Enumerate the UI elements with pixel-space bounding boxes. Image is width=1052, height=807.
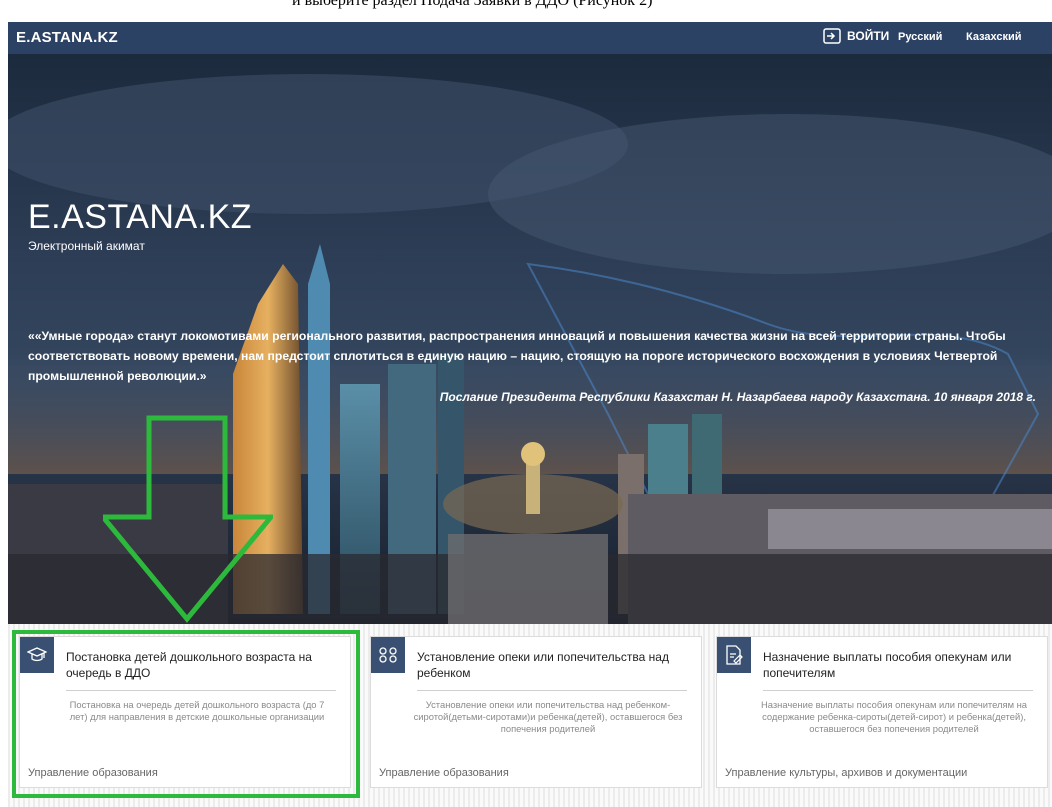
services-area: Постановка детей дошкольного возраста на…	[8, 624, 1052, 807]
document-caption: и выберите раздел Подача Заявки в ДДО (Р…	[0, 0, 1052, 22]
president-quote: ««Умные города» станут локомотивами реги…	[28, 329, 1006, 383]
graduation-cap-icon	[20, 637, 54, 673]
login-button[interactable]: ВОЙТИ	[823, 28, 889, 44]
login-icon	[823, 28, 841, 44]
card-description: Установление опеки или попечительства на…	[413, 699, 683, 734]
card-department: Управление образования	[379, 767, 509, 779]
service-card-kindergarten-queue[interactable]: Постановка детей дошкольного возраста на…	[19, 636, 351, 788]
card-title: Установление опеки или попечительства на…	[417, 649, 687, 691]
lang-russian-link[interactable]: Русский	[898, 31, 942, 43]
browser-page: E.ASTANA.KZ ВОЙТИ Русский Казахский E.AS…	[8, 22, 1052, 807]
site-logo[interactable]: E.ASTANA.KZ	[16, 29, 118, 46]
card-department: Управление культуры, архивов и документа…	[725, 767, 968, 779]
hero-subtitle: Электронный акимат	[28, 239, 145, 253]
login-label: ВОЙТИ	[847, 29, 890, 43]
hero-title: E.ASTANA.KZ	[28, 198, 253, 236]
people-icon	[371, 637, 405, 673]
card-title: Постановка детей дошкольного возраста на…	[66, 649, 336, 691]
lang-kazakh-link[interactable]: Казахский	[966, 31, 1022, 43]
arrow-down-icon	[103, 415, 273, 623]
document-edit-icon	[717, 637, 751, 673]
card-department: Управление образования	[28, 767, 158, 779]
top-header: E.ASTANA.KZ ВОЙТИ Русский Казахский	[8, 22, 1052, 54]
card-description: Постановка на очередь детей дошкольного …	[69, 699, 325, 722]
service-card-guardian-allowance[interactable]: Назначение выплаты пособия опекунам или …	[716, 636, 1048, 788]
card-description: Назначение выплаты пособия опекунам или …	[760, 699, 1028, 734]
service-card-guardianship[interactable]: Установление опеки или попечительства на…	[370, 636, 702, 788]
card-title: Назначение выплаты пособия опекунам или …	[763, 649, 1033, 691]
quote-source: Послание Президента Республики Казахстан…	[439, 390, 1036, 404]
